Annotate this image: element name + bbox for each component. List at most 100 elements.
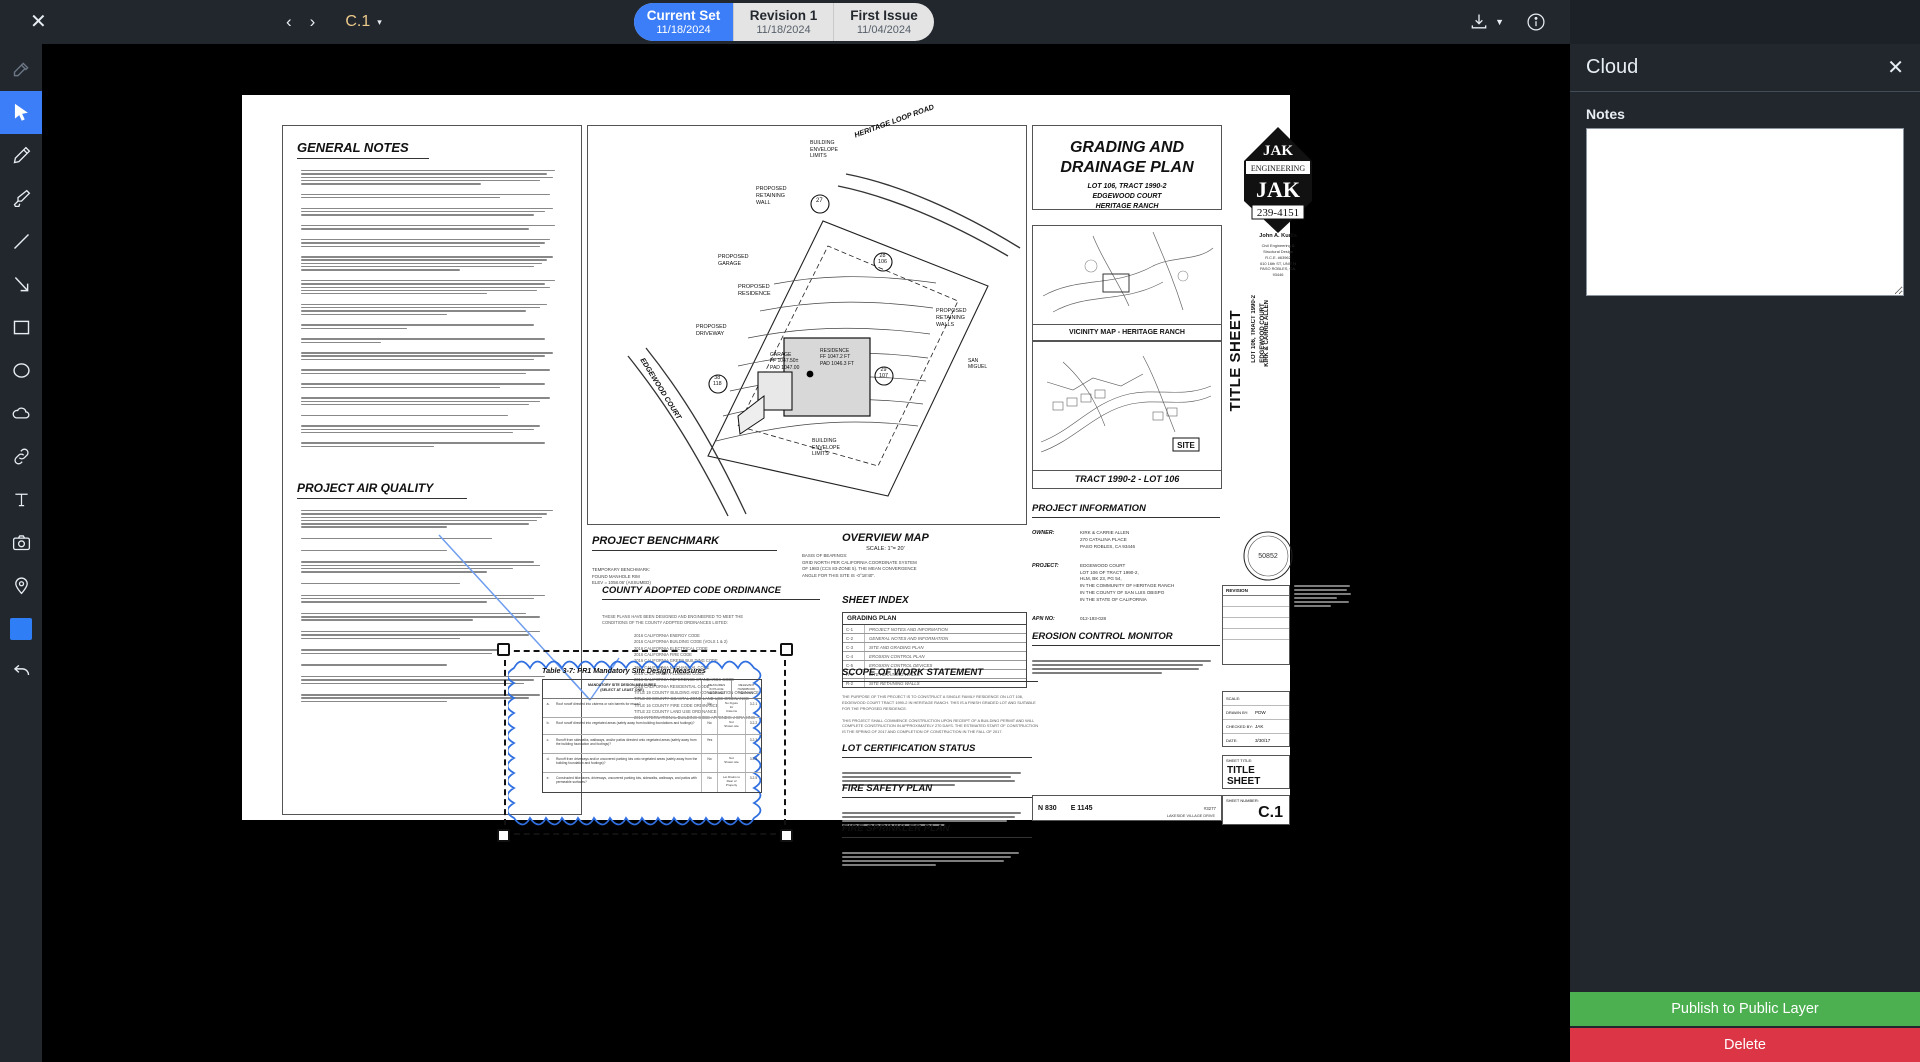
notes-textarea[interactable] [1586,128,1904,296]
resize-handle-top-left[interactable] [497,643,510,656]
sheet-index-row: C-1 PROJECT NOTES AND INFORMATION [843,625,1026,634]
pin-icon[interactable] [0,564,42,607]
residence-note-label: RESIDENCE FF 1047.2 FT PAD 1046.3 FT [820,348,855,367]
tract-caption: TRACT 1990-2 - LOT 106 [1074,474,1180,484]
tab-label: Current Set [646,8,721,23]
pen-icon[interactable] [0,134,42,177]
project-label: PROJECT: [1032,562,1059,569]
ellipse-icon[interactable] [0,349,42,392]
apn-label: APN NO: [1032,616,1055,623]
sheet-navigation: ‹ › C.1 ▾ [286,12,382,32]
color-swatch[interactable] [0,607,42,650]
checked-by-label: CHECKED BY: [1226,724,1253,729]
close-viewer-button[interactable]: ✕ [30,12,47,32]
professional-stamp: 50852 [1242,530,1294,582]
drawing-canvas[interactable]: GENERAL NOTES PROJECT AIR QUALITY HERITA… [42,44,1570,1062]
grading-sub-1: LOT 106, TRACT 1990-2 [1087,183,1167,190]
delete-button[interactable]: Delete [1570,1028,1920,1062]
cloud-annotation-selection[interactable]: Table 3-7: PR1 Mandatory Site Design Mea… [438,534,793,842]
tab-label: Revision 1 [749,8,818,23]
project-benchmark-title: PROJECT BENCHMARK [592,535,720,547]
camera-icon[interactable] [0,521,42,564]
address-label: LAKESIDE VILLAGE DRIVE [1166,814,1215,818]
coordinate-east: E 1145 [1070,804,1093,812]
sheet-index-desc: PROJECT NOTES AND INFORMATION [869,626,948,632]
cursor-icon[interactable] [0,91,42,134]
tab-date: 11/18/2024 [656,24,711,36]
svg-text:ENGINEERING: ENGINEERING [1251,164,1305,173]
svg-text:JAK: JAK [1256,177,1300,202]
tract-map-image: SITE [1032,341,1222,471]
undo-icon[interactable] [0,650,42,693]
building-envelope-limits-label: BUILDING ENVELOPE LIMITS [810,140,838,159]
project-air-quality-title: PROJECT AIR QUALITY [297,481,434,495]
highlighter-icon[interactable] [0,177,42,220]
scale-label: SCALE: [1226,696,1241,701]
basis-line-3: OF 1983 (CCS 83-ZONE 5). THE MEAN CONVER… [802,566,917,572]
sheet-index-row: C-3 SITE AND GRADING PLAN [843,643,1026,652]
cloud-panel-body: Notes [1570,92,1920,992]
arrow-icon[interactable] [0,263,42,306]
info-icon[interactable] [1526,12,1546,32]
scope-paragraph-2: THIS PROJECT SHALL COMMENCE CONSTRUCTION… [842,717,1039,735]
proposed-residence-label: PROPOSED RESIDENCE [738,284,771,297]
download-icon[interactable]: ▼ [1469,12,1504,32]
date-label: DATE: [1226,738,1238,743]
scope-of-work-title: SCOPE OF WORK STATEMENT [842,667,984,678]
grading-title-line-2: DRAINAGE PLAN [1060,159,1194,176]
resize-handle-bottom-left[interactable] [497,829,510,842]
date-value: 3/30/17 [1255,738,1271,743]
cloud-icon[interactable] [0,392,42,435]
tab-current-set[interactable]: Current Set 11/18/2024 [634,3,734,41]
fire-sprinkler-title: FIRE SPRINKLER PLAN [842,823,950,834]
previous-sheet-button[interactable]: ‹ [286,12,292,32]
hammer-icon[interactable] [0,48,42,91]
current-sheet-code: C.1 [345,13,371,30]
general-notes-text [301,170,566,449]
general-notes-title: GENERAL NOTES [297,140,409,155]
tab-revision-1[interactable]: Revision 1 11/18/2024 [734,3,834,41]
sheet-index-desc: GENERAL NOTES AND INFORMATION [869,635,949,641]
svg-text:239-4151: 239-4151 [1257,207,1299,219]
engineer-logo-icon: ENGINEERING JAK JAK 239-4151 [1244,127,1312,233]
engineer-line-6: 93446 [1272,272,1284,278]
title-block-metadata: SCALE: DRAWN BY: PDW CHECKED BY: JAK DAT… [1222,691,1290,747]
link-icon[interactable] [0,435,42,478]
line-icon[interactable] [0,220,42,263]
owner-value: KIRK & CARRIE ALLEN 270 CATALINA PLACE P… [1080,530,1136,549]
vertical-title-sheet: TITLE SHEET [1227,310,1244,412]
scope-paragraph-1: THE PURPOSE OF THIS PROJECT IS TO CONSTR… [842,694,1036,711]
publish-to-public-layer-button[interactable]: Publish to Public Layer [1570,992,1920,1026]
tab-first-issue[interactable]: First Issue 11/04/2024 [834,3,934,41]
vertical-owner-label: KIRK & CARRIE ALLEN [1264,300,1270,367]
tract-caption-bar: TRACT 1990-2 - LOT 106 [1032,471,1222,489]
text-icon[interactable] [0,478,42,521]
cloud-panel-footer: Publish to Public Layer Delete [1570,992,1920,1062]
rectangle-icon[interactable] [0,306,42,349]
sheet-index-code: C-1 [843,625,865,633]
resize-handle-top-right[interactable] [780,643,793,656]
sheet-index-title: SHEET INDEX [842,595,909,606]
close-icon[interactable]: ✕ [1887,58,1904,78]
sheet-index-desc: SITE AND GRADING PLAN [869,644,924,650]
county-code-title: COUNTY ADOPTED CODE ORDINANCE [602,585,781,596]
basis-line-1: BASIS OF BEARINGS: [802,553,848,558]
drawn-by-value: PDW [1255,710,1266,715]
revision-note-text [1294,585,1356,609]
resize-handle-bottom-right[interactable] [780,829,793,842]
sheet-selector-dropdown[interactable]: C.1 ▾ [345,13,381,31]
active-color-swatch[interactable] [10,617,32,640]
fire-sprinkler-block: FIRE SPRINKLER PLAN [842,823,1037,866]
engineer-seal-block: ENGINEERING JAK JAK 239-4151 John A. Kud… [1232,125,1324,305]
chevron-down-icon: ▾ [377,16,382,27]
next-sheet-button[interactable]: › [310,12,316,32]
grading-sub-3: HERITAGE RANCH [1095,202,1159,210]
proposed-garage-label: PROPOSED GARAGE [718,254,749,267]
drawing-viewer-app: ● ☆ Online The Tower Hotel Drawings ▼ ⇩ … [0,0,1920,1062]
vicinity-map-caption-bar: VICINITY MAP - HERITAGE RANCH [1032,325,1222,341]
project-information-block: PROJECT INFORMATION OWNER: KIRK & CARRIE… [1032,503,1222,622]
sheet-index-group: GRADING PLAN [843,613,1026,625]
lot-certification-block: LOT CERTIFICATION STATUS [842,743,1037,786]
owner-label: OWNER: [1032,530,1055,536]
building-envelope-limits-label: BUILDING ENVELOPE LIMITS [812,438,840,457]
